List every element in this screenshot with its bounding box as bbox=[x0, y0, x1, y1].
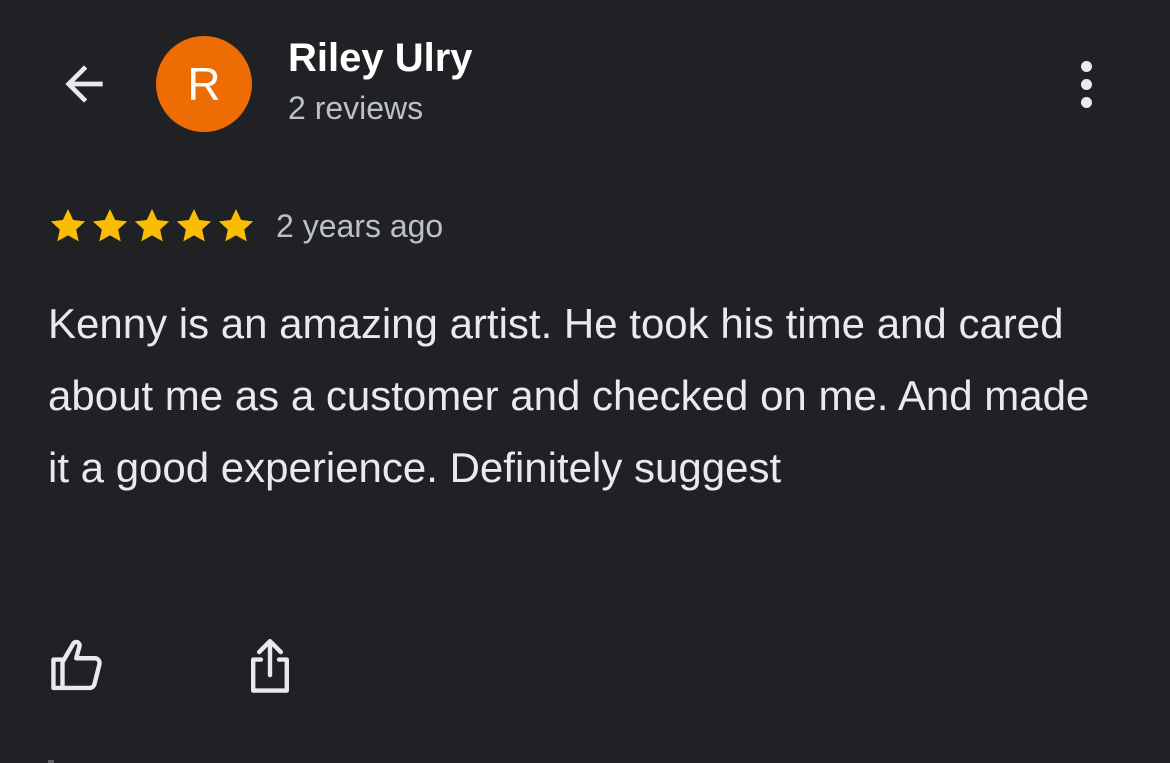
like-button[interactable] bbox=[44, 632, 112, 700]
star-icon bbox=[134, 209, 170, 242]
star-icon bbox=[50, 209, 86, 242]
back-button[interactable] bbox=[52, 52, 116, 116]
review-count: 2 reviews bbox=[288, 90, 424, 126]
thumb-up-icon bbox=[51, 639, 102, 691]
avatar[interactable]: R bbox=[156, 36, 252, 132]
more-options-button[interactable] bbox=[1062, 52, 1110, 116]
review-text: Kenny is an amazing artist. He took his … bbox=[48, 300, 1090, 491]
star-icon bbox=[92, 209, 128, 242]
reviewer-name[interactable]: Riley Ulry bbox=[288, 36, 473, 81]
review-screen: R Riley Ulry 2 reviews 2 years ago Kenny… bbox=[0, 0, 1170, 763]
review-date: 2 years ago bbox=[276, 207, 444, 244]
star-icon bbox=[176, 209, 212, 242]
star-rating bbox=[48, 206, 256, 246]
share-button[interactable] bbox=[236, 632, 304, 700]
rating-row: 2 years ago bbox=[48, 204, 443, 248]
more-vert-icon bbox=[1080, 60, 1092, 108]
avatar-letter: R bbox=[187, 58, 221, 110]
star-icon bbox=[218, 209, 254, 242]
arrow-left-icon bbox=[65, 65, 103, 103]
share-icon bbox=[251, 639, 289, 693]
